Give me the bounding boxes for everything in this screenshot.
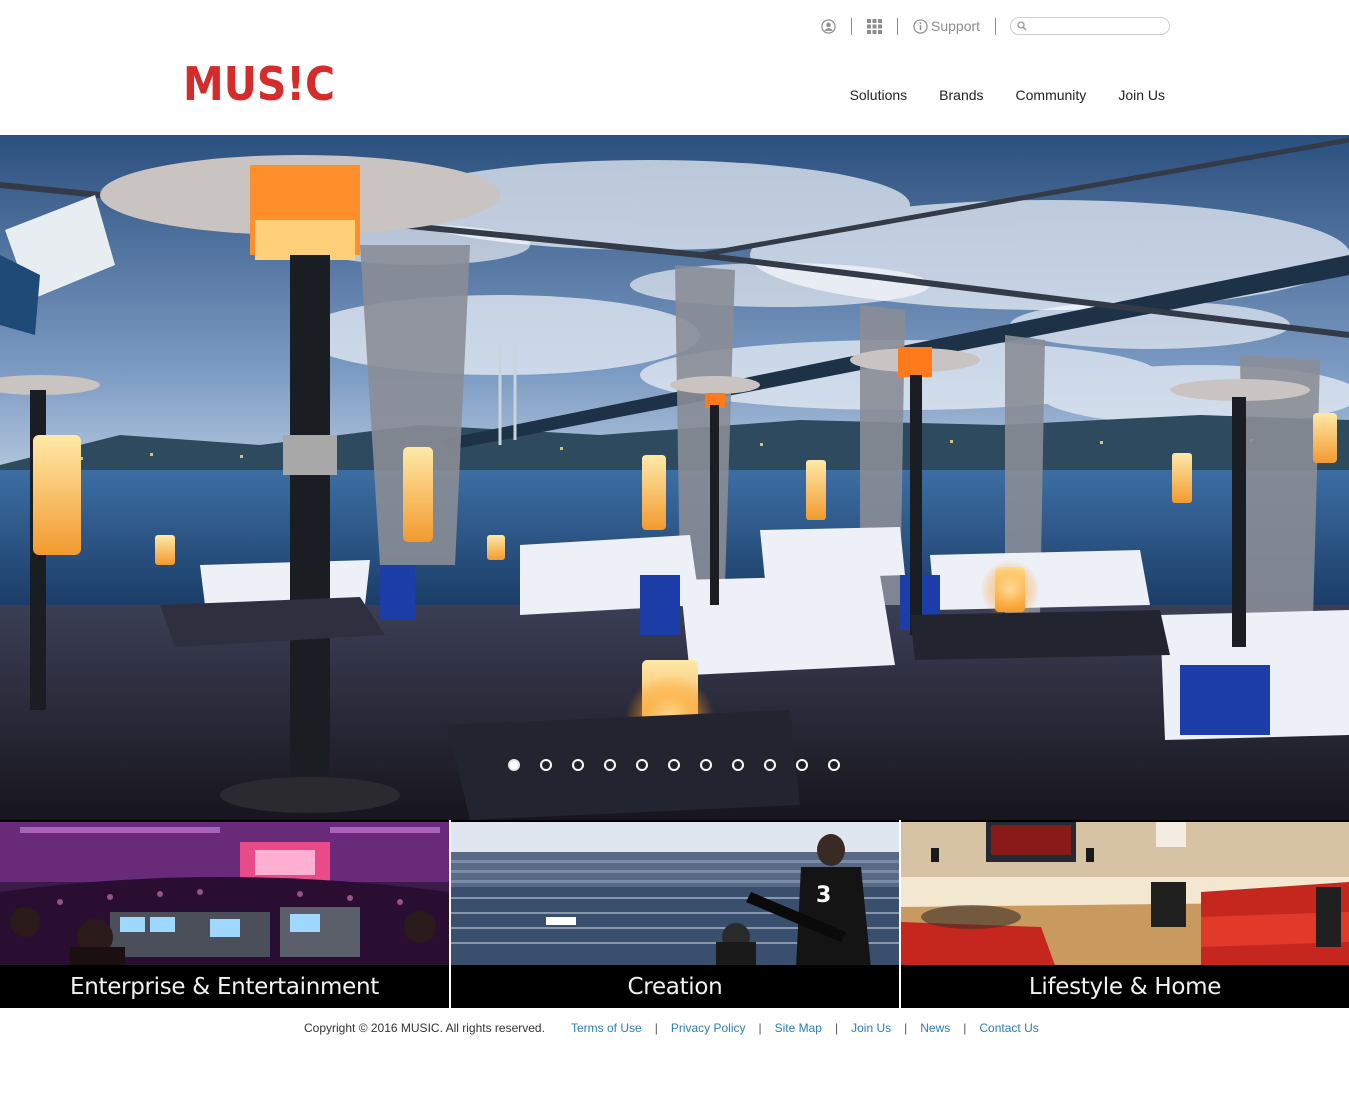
hero-image	[0, 135, 1349, 820]
tile-lifestyle-home[interactable]: Lifestyle & Home	[901, 820, 1349, 1008]
site-footer: Copyright © 2016 MUSIC. All rights reser…	[0, 1018, 1349, 1042]
nav-join-us[interactable]: Join Us	[1118, 86, 1165, 104]
footer-divider: |	[963, 1021, 967, 1035]
music-logo[interactable]: MUS!C	[183, 59, 338, 105]
tile-caption: Creation	[451, 965, 899, 1008]
search-box[interactable]	[1010, 17, 1171, 35]
search-input[interactable]	[1027, 19, 1160, 33]
tile-caption: Enterprise & Entertainment	[0, 965, 449, 1008]
slide-dot-9[interactable]	[764, 759, 776, 771]
logo-text: MUS!C	[183, 59, 335, 105]
slide-dot-8[interactable]	[732, 759, 744, 771]
footer-divider: |	[758, 1021, 762, 1035]
tile-enterprise-image	[0, 822, 449, 968]
slide-dot-6[interactable]	[668, 759, 680, 771]
tile-enterprise-entertainment[interactable]: Enterprise & Entertainment	[0, 820, 449, 1008]
slide-dot-2[interactable]	[540, 759, 552, 771]
nav-community[interactable]: Community	[1016, 86, 1087, 104]
support-label: Support	[931, 18, 981, 34]
svg-text:3: 3	[816, 883, 831, 908]
footer-links: Terms of Use | Privacy Policy | Site Map…	[571, 1021, 1039, 1035]
slide-dot-10[interactable]	[796, 759, 808, 771]
footer-link-terms[interactable]: Terms of Use	[571, 1021, 642, 1035]
nav-brands[interactable]: Brands	[939, 86, 983, 104]
slide-dot-11[interactable]	[828, 759, 840, 771]
footer-link-privacy[interactable]: Privacy Policy	[671, 1021, 746, 1035]
tile-creation-image: 3	[451, 822, 899, 968]
search-icon	[1017, 21, 1027, 31]
footer-divider: |	[904, 1021, 908, 1035]
footer-divider: |	[654, 1021, 658, 1035]
support-link[interactable]: Support	[912, 18, 980, 34]
tile-creation[interactable]: 3 Creation	[451, 820, 899, 1008]
slide-dot-4[interactable]	[604, 759, 616, 771]
slide-dot-5[interactable]	[636, 759, 648, 771]
footer-link-contact[interactable]: Contact Us	[979, 1021, 1038, 1035]
footer-link-sitemap[interactable]: Site Map	[775, 1021, 822, 1035]
category-tiles: Enterprise & Entertainment 3 Creation Li…	[0, 820, 1349, 1008]
user-circle-icon[interactable]	[820, 18, 836, 34]
grid-icon[interactable]	[866, 18, 882, 34]
main-nav: Solutions Brands Community Join Us	[818, 86, 1165, 104]
slide-dot-1[interactable]	[508, 759, 520, 771]
tile-caption: Lifestyle & Home	[901, 965, 1349, 1008]
utility-bar: Support	[820, 14, 1171, 38]
footer-link-join-us[interactable]: Join Us	[851, 1021, 891, 1035]
utility-separator	[995, 17, 997, 35]
tile-lifestyle-image	[901, 822, 1349, 968]
utility-separator	[851, 17, 852, 35]
footer-link-news[interactable]: News	[920, 1021, 950, 1035]
nav-solutions[interactable]: Solutions	[850, 86, 908, 104]
site-header: Support MUS!C Solutions Brands Community…	[0, 0, 1349, 135]
slide-dot-7[interactable]	[700, 759, 712, 771]
footer-divider: |	[834, 1021, 839, 1035]
info-circle-icon	[912, 18, 928, 34]
slide-dot-3[interactable]	[572, 759, 584, 771]
slide-indicators	[508, 759, 840, 771]
hero-slideshow[interactable]	[0, 135, 1349, 820]
utility-separator	[897, 17, 898, 35]
copyright-text: Copyright © 2016 MUSIC. All rights reser…	[304, 1021, 545, 1035]
